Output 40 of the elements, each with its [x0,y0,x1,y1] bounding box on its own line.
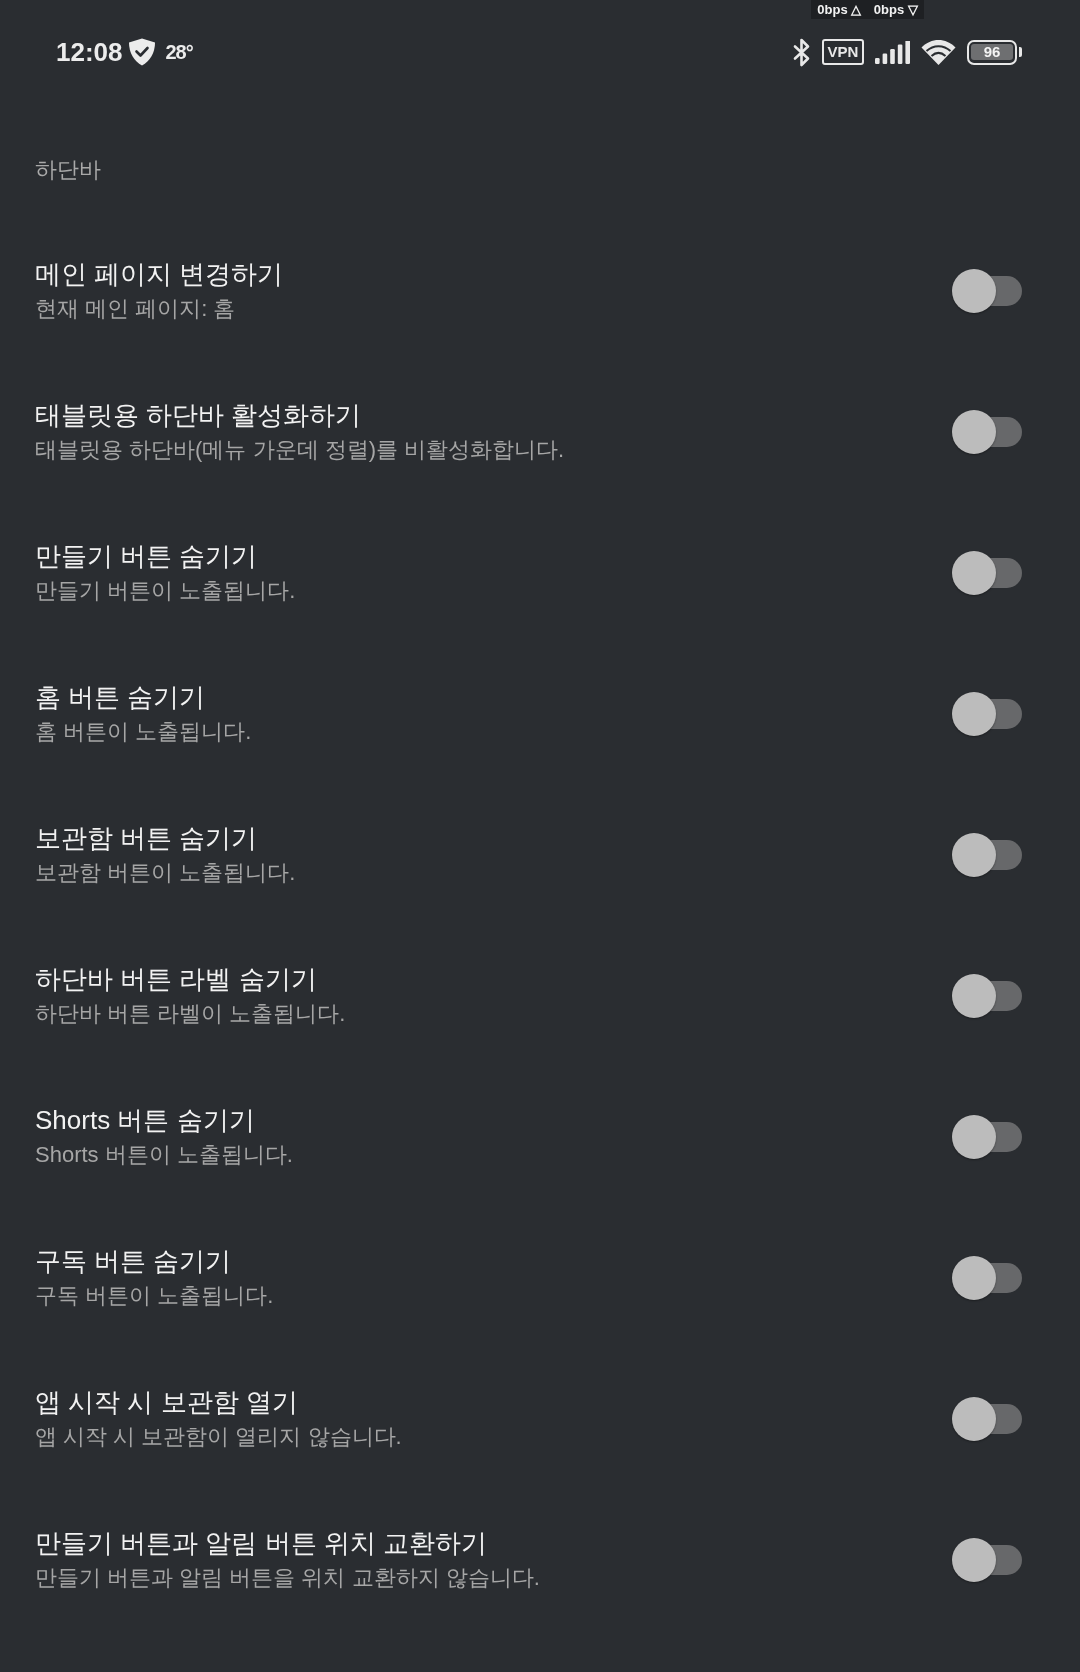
toggle-switch[interactable] [952,409,1022,454]
toggle-switch[interactable] [952,832,1022,877]
wifi-icon [921,39,956,65]
bluetooth-icon [792,36,811,68]
toggle-switch[interactable] [952,1114,1022,1159]
vpn-status: VPN [822,39,864,65]
clock: 12:08 [56,37,123,67]
setting-title: 구독 버튼 숨기기 [35,1245,232,1278]
signal-icon [875,40,910,64]
toggle-switch[interactable] [952,691,1022,736]
setting-description: 앱 시작 시 보관함이 열리지 않습니다. [35,1423,402,1451]
setting-title: 앱 시작 시 보관함 열기 [35,1386,298,1419]
temperature: 28° [165,40,193,64]
shield-check-icon [127,38,156,66]
network-speed: 0bps △ [817,1,862,18]
toggle-switch[interactable] [952,550,1022,595]
setting-description: Shorts 버튼이 노출됩니다. [35,1141,293,1169]
toggle-switch[interactable] [952,973,1022,1018]
setting-description: 보관함 버튼이 노출됩니다. [35,859,296,887]
setting-description: 구독 버튼이 노출됩니다. [35,1282,274,1310]
toggle-switch[interactable] [952,1537,1022,1582]
setting-title: 하단바 버튼 라벨 숨기기 [35,963,317,996]
setting-title: 홈 버튼 숨기기 [35,681,206,714]
section-header: 하단바 [34,156,102,184]
setting-title: Shorts 버튼 숨기기 [35,1104,255,1137]
toggle-switch[interactable] [952,268,1022,313]
toggle-switch[interactable] [952,1396,1022,1441]
setting-title: 보관함 버튼 숨기기 [35,822,258,855]
toggle-switch[interactable] [952,1255,1022,1300]
setting-description: 만들기 버튼과 알림 버튼을 위치 교환하지 않습니다. [35,1564,540,1592]
setting-description: 하단바 버튼 라벨이 노출됩니다. [35,1000,346,1028]
setting-title: 태블릿용 하단바 활성화하기 [35,399,362,432]
setting-description: 현재 메인 페이지: 홈 [35,295,236,323]
setting-title: 만들기 버튼 숨기기 [35,540,258,573]
network-speed: 0bps ▽ [873,1,918,18]
setting-title: 메인 페이지 변경하기 [35,258,284,291]
setting-description: 만들기 버튼이 노출됩니다. [35,577,296,605]
setting-description: 태블릿용 하단바(메뉴 가운데 정렬)를 비활성화합니다. [35,436,565,464]
setting-description: 홈 버튼이 노출됩니다. [35,718,252,746]
setting-title: 만들기 버튼과 알림 버튼 위치 교환하기 [35,1527,488,1560]
